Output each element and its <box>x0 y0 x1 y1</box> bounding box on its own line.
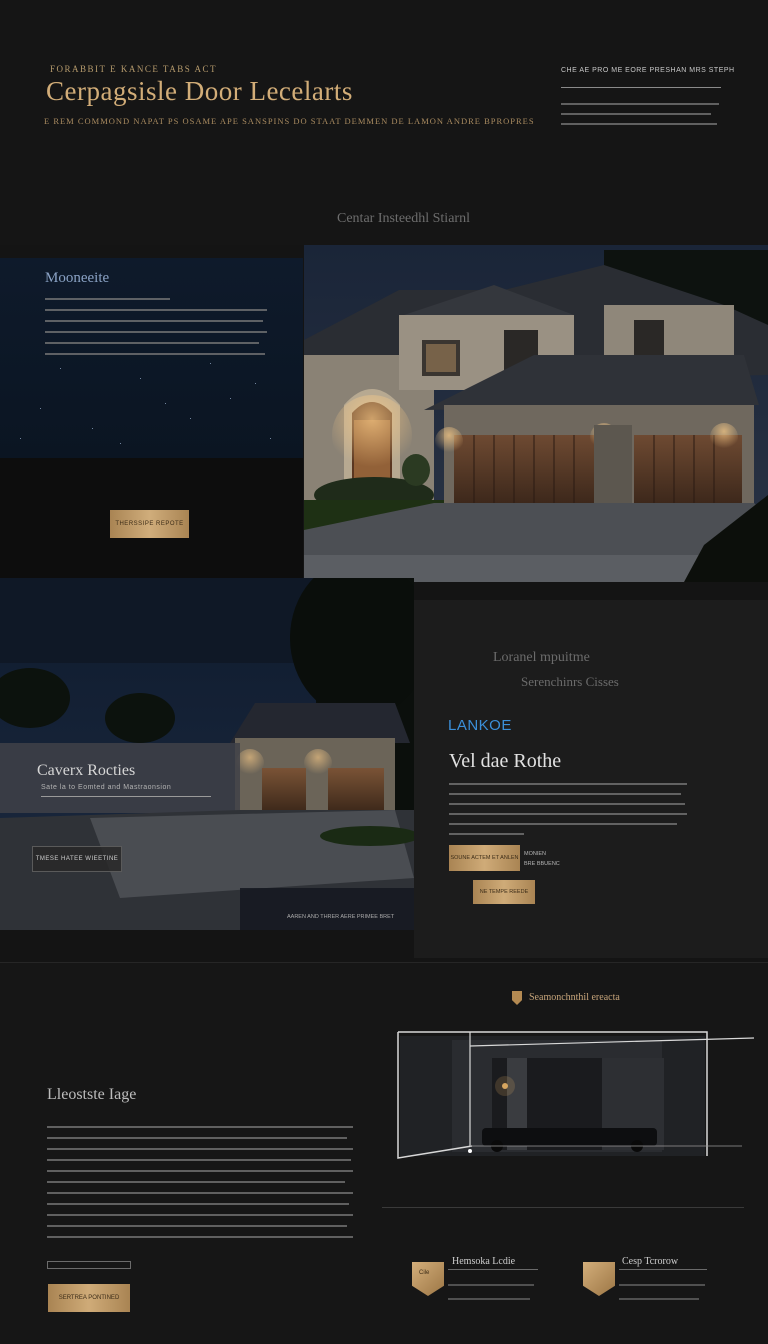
bottom-logo-text: Seamonchnthil ereacta <box>529 992 620 1003</box>
header-note-title: CHE AE PRO ME EORE PRESHAN MRS STEPH <box>561 67 735 74</box>
header-note-text <box>561 103 719 125</box>
promo-title: Caverx Rocties <box>37 762 136 779</box>
newsletter-input[interactable] <box>47 1261 131 1269</box>
feature-label: Cesp Tcrorow <box>622 1256 679 1267</box>
feature-underline <box>619 1269 707 1270</box>
promo-button[interactable]: TMESE HATEE WIEETINE <box>32 846 122 872</box>
feature-text <box>448 1298 530 1300</box>
hero-cta-button[interactable]: THERSSIPE REPOTE <box>110 510 189 538</box>
hero-title: Mooneeite <box>45 270 110 286</box>
promo-garage-image <box>0 578 414 930</box>
hero-text-panel <box>0 258 303 458</box>
panel-meta-2: BRE BBUENC <box>524 861 560 867</box>
header-eyebrow: FORABBIT E KANCE TABS ACT <box>50 64 217 74</box>
promo-divider <box>41 796 211 797</box>
header-tagline: E REM COMMOND NAPAT PS OSAME APE SANSPIN… <box>44 116 535 126</box>
promo-caption-box: AAREN AND THRER AERE PRIMEE BRET <box>240 888 414 930</box>
garage-door-illustration <box>392 1028 758 1164</box>
feature-underline <box>448 1269 538 1270</box>
panel-heading: Loranel mpuitme <box>493 650 590 665</box>
bottom-body-text <box>47 1126 353 1238</box>
feature-badge-label: Cile <box>419 1270 430 1276</box>
feature-text <box>619 1284 705 1286</box>
section-label: Centar Insteedhl Stiarnl <box>337 211 470 226</box>
panel-subheading: Serenchinrs Cisses <box>521 674 619 689</box>
feature-text <box>619 1298 699 1300</box>
panel-secondary-button[interactable]: NE TEMPE REEDE <box>473 880 535 904</box>
panel-primary-button[interactable]: SOUNE ACTEM ET ANLEN <box>449 845 520 871</box>
promo-caption: AAREN AND THRER AERE PRIMEE BRET <box>287 914 395 920</box>
bottom-cta-button[interactable]: SERTREA PONTINED <box>48 1284 130 1312</box>
bottom-divider <box>382 1207 744 1208</box>
promo-subtitle: Sate la to Eomted and Mastraonsion <box>41 784 172 791</box>
hero-body-text <box>45 298 267 355</box>
feature-panel <box>414 600 768 958</box>
feature-text <box>448 1284 534 1286</box>
panel-body-text <box>449 783 687 835</box>
hero-house-image <box>304 245 768 582</box>
panel-accent-label: LANKOE <box>448 717 512 734</box>
panel-meta-1: MONIEN <box>524 851 546 857</box>
brand-logo-text[interactable]: Cerpagsisle Door Lecelarts <box>46 76 353 107</box>
bottom-title: Lleostste Iage <box>47 1086 137 1103</box>
header-divider <box>561 87 721 88</box>
section-divider <box>0 962 768 963</box>
panel-meta: MONIEN BRE BBUENC <box>524 849 560 869</box>
feature-label: Hemsoka Lcdie <box>452 1256 516 1267</box>
panel-title: Vel dae Rothe <box>449 750 562 772</box>
